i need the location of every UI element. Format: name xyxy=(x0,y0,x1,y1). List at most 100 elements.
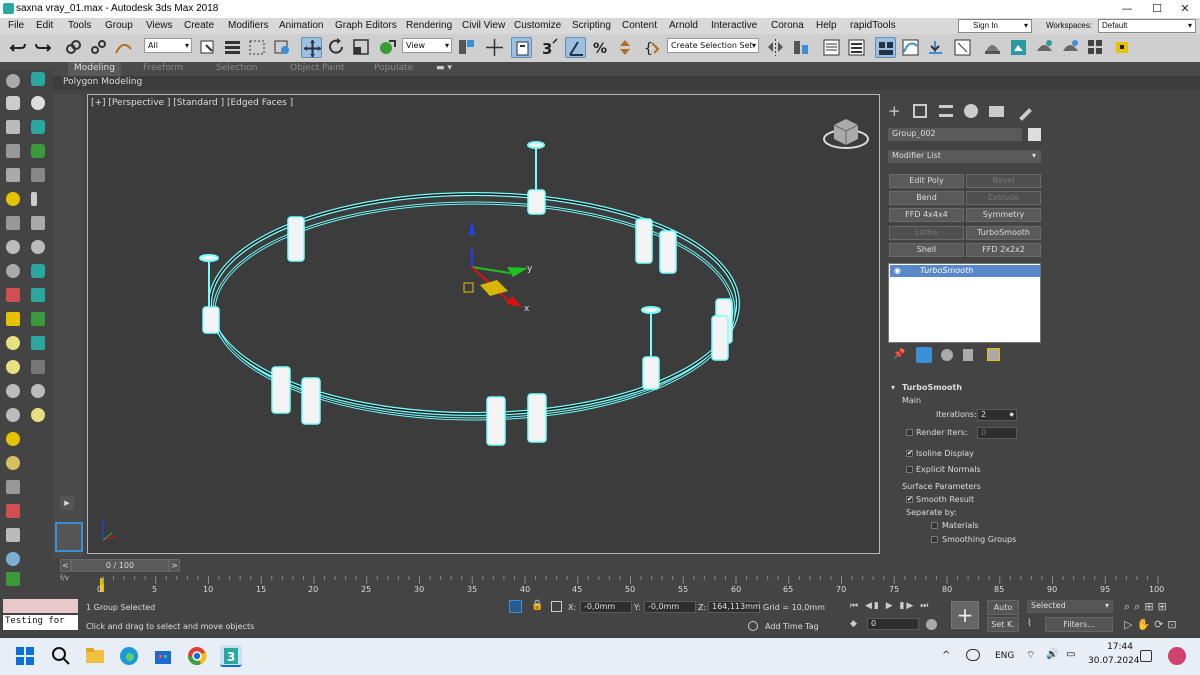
pivot-center-icon[interactable] xyxy=(456,37,477,58)
bend-button[interactable]: Bend xyxy=(889,191,964,205)
menu-graph-editors[interactable]: Graph Editors xyxy=(335,20,397,31)
snaps-toggle-icon[interactable]: 3 xyxy=(539,37,560,58)
show-hidden-icons[interactable]: ^ xyxy=(942,650,950,661)
key-tangent-icon[interactable]: ⌇ xyxy=(1027,618,1041,631)
edit-named-selection-icon[interactable]: { xyxy=(642,37,663,58)
motion-tab-icon[interactable] xyxy=(964,104,978,118)
place-icon[interactable] xyxy=(376,37,397,58)
hammer-icon[interactable] xyxy=(6,504,20,518)
eye-icon[interactable]: ◉ xyxy=(894,265,901,277)
bulb-icon[interactable] xyxy=(6,192,20,206)
render-iterative-icon[interactable] xyxy=(1060,37,1081,58)
capsule-icon[interactable] xyxy=(6,336,20,350)
notifications-icon[interactable] xyxy=(1140,650,1152,662)
menu-rendering[interactable]: Rendering xyxy=(406,20,452,31)
materials-checkbox[interactable] xyxy=(931,522,938,529)
particle-icon[interactable] xyxy=(6,480,20,494)
sun-icon[interactable] xyxy=(6,432,20,446)
torus-icon[interactable] xyxy=(6,240,20,254)
undo-button[interactable] xyxy=(8,37,29,58)
menu-interactive[interactable]: Interactive xyxy=(711,20,757,31)
rollout-title[interactable]: TurboSmooth xyxy=(902,383,962,392)
viewport-nav-top[interactable]: ⌕⌕⊞⊞ xyxy=(1124,600,1171,614)
object-color-swatch[interactable] xyxy=(1028,128,1041,141)
clock-date[interactable]: 30.07.2024 xyxy=(1088,656,1140,666)
bevel-button[interactable]: Bevel xyxy=(966,174,1041,188)
curve-editor-icon[interactable] xyxy=(900,37,921,58)
redo-button[interactable] xyxy=(32,37,53,58)
cylinder-icon[interactable] xyxy=(6,96,20,110)
percent-snap-icon[interactable]: % xyxy=(590,37,611,58)
camera-icon[interactable] xyxy=(31,120,45,134)
smoothing-groups-checkbox[interactable] xyxy=(931,536,938,543)
menu-file[interactable]: File xyxy=(8,20,24,31)
stack-item-turbosmooth[interactable]: ◉ TurboSmooth xyxy=(890,265,1040,277)
z-coord-field[interactable]: 164,113mm xyxy=(708,601,761,613)
edge-icon[interactable] xyxy=(118,645,140,667)
mini-curve-editor-icon[interactable]: f/v xyxy=(60,574,78,588)
menu-group[interactable]: Group xyxy=(105,20,133,31)
rendered-frame-window-icon[interactable] xyxy=(1008,37,1029,58)
select-move-icon[interactable] xyxy=(301,37,322,58)
menu-content[interactable]: Content xyxy=(622,20,657,31)
menu-animation[interactable]: Animation xyxy=(279,20,323,31)
gear-icon[interactable] xyxy=(31,96,45,110)
menu-rapidtools[interactable]: rapidTools xyxy=(850,20,896,31)
set-key-button[interactable]: Set K. xyxy=(987,617,1019,632)
list-icon[interactable] xyxy=(31,168,45,182)
keyboard-shortcut-toggle-icon[interactable] xyxy=(511,37,532,58)
menu-civil-view[interactable]: Civil View xyxy=(462,20,505,31)
plant-icon[interactable] xyxy=(6,572,20,586)
shell-button[interactable]: Shell xyxy=(889,243,964,257)
link-icon[interactable] xyxy=(63,37,84,58)
sign-in-dropdown[interactable]: Sign In ▾ xyxy=(958,19,1032,33)
modify-tab-icon[interactable] xyxy=(913,104,927,118)
search-icon[interactable] xyxy=(50,645,72,667)
next-frame-button[interactable]: > xyxy=(169,559,180,572)
rotate-view-icon[interactable] xyxy=(31,240,45,254)
menu-tools[interactable]: Tools xyxy=(68,20,91,31)
maximize-button[interactable]: ☐ xyxy=(1142,0,1172,18)
scene-explorer-icon[interactable] xyxy=(821,37,842,58)
select-rotate-icon[interactable] xyxy=(326,37,347,58)
render-icon[interactable] xyxy=(31,264,45,278)
turbosmooth-button[interactable]: TurboSmooth xyxy=(966,226,1041,240)
volume-icon[interactable]: 🔊 xyxy=(1046,649,1058,660)
menu-corona[interactable]: Corona xyxy=(771,20,804,31)
playback-controls[interactable]: ⏮ ◀▮ ▶ ▮▶ ⏭ xyxy=(850,601,930,611)
explicit-normals-checkbox[interactable] xyxy=(906,466,913,473)
current-frame-field[interactable]: 0 xyxy=(867,618,919,630)
create-tab-icon[interactable]: + xyxy=(888,104,901,119)
lock-icon[interactable]: 🔒 xyxy=(531,600,543,612)
schematic-view-icon[interactable] xyxy=(925,37,946,58)
teapot-icon[interactable] xyxy=(6,216,20,230)
tab-selection[interactable]: Selection xyxy=(216,63,257,73)
render-in-cloud-icon[interactable] xyxy=(1085,37,1106,58)
plane-icon[interactable] xyxy=(6,144,20,158)
cursor-icon[interactable] xyxy=(31,192,37,206)
windows-start-icon[interactable] xyxy=(14,645,36,667)
brush-icon[interactable] xyxy=(6,528,20,542)
layer-explorer-icon[interactable] xyxy=(846,37,867,58)
menu-edit[interactable]: Edit xyxy=(36,20,53,31)
time-config-icon[interactable] xyxy=(926,619,937,630)
ffd-2x2x2-button[interactable]: FFD 2x2x2 xyxy=(966,243,1041,257)
tab-freeform[interactable]: Freeform xyxy=(143,63,183,73)
perspective-viewport[interactable]: [+] [Perspective ] [Standard ] [Edged Fa… xyxy=(87,94,880,554)
clock-time[interactable]: 17:44 xyxy=(1098,642,1133,652)
hierarchy-tab-icon[interactable] xyxy=(939,105,953,117)
prev-frame-button[interactable]: < xyxy=(60,559,71,572)
set-key-icon[interactable]: + xyxy=(951,601,979,629)
key-filter-dropdown[interactable]: Selected ▾ xyxy=(1027,600,1113,613)
material-ball-icon[interactable] xyxy=(6,456,20,470)
rect-select-region-icon[interactable] xyxy=(247,37,268,58)
material-editor-icon[interactable] xyxy=(952,37,973,58)
globe-icon[interactable] xyxy=(6,552,20,566)
select-by-name-icon[interactable] xyxy=(222,37,243,58)
selection-filter-dropdown[interactable]: All ▾ xyxy=(144,38,192,53)
bind-spacewarp-icon[interactable] xyxy=(113,37,134,58)
menu-modifiers[interactable]: Modifiers xyxy=(228,20,269,31)
ribbon-options-icon[interactable]: ▬ ▾ xyxy=(436,63,452,73)
menu-help[interactable]: Help xyxy=(816,20,837,31)
modifier-stack[interactable]: ◉ TurboSmooth xyxy=(888,263,1041,343)
